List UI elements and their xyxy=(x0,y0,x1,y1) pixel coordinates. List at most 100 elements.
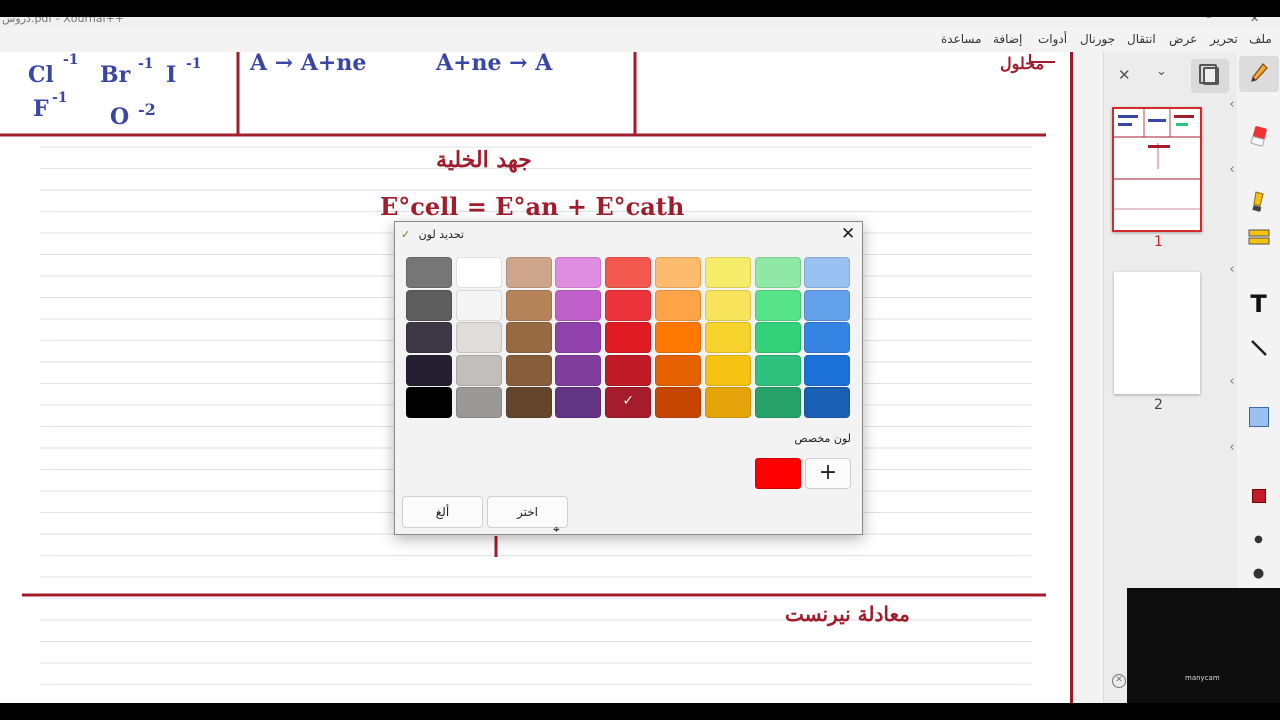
ion-cl: Cl xyxy=(28,62,54,88)
pen-icon[interactable] xyxy=(1249,62,1269,86)
oxidation-reaction: A → A+ne xyxy=(250,52,367,76)
menu-navigation[interactable]: انتقال xyxy=(1127,32,1156,46)
color-swatch[interactable] xyxy=(555,354,602,386)
color-swatch[interactable] xyxy=(555,322,602,353)
color-swatch[interactable] xyxy=(754,322,801,353)
line-tool-icon[interactable] xyxy=(1249,338,1269,358)
color-swatch[interactable]: ✓ xyxy=(605,387,652,418)
color-swatch[interactable] xyxy=(605,289,652,321)
menu-plugin[interactable]: إضافة xyxy=(993,32,1022,46)
dialog-close-icon[interactable]: ✕ xyxy=(841,224,855,244)
page-thumbnail-2[interactable] xyxy=(1114,272,1200,394)
current-color-icon[interactable] xyxy=(1252,489,1266,503)
color-swatch[interactable] xyxy=(555,289,602,321)
color-swatch[interactable] xyxy=(754,387,801,418)
size-small-icon[interactable]: ● xyxy=(1237,534,1280,545)
color-swatch[interactable] xyxy=(605,257,652,288)
color-swatch[interactable] xyxy=(704,387,751,418)
menu-journal[interactable]: جورنال xyxy=(1080,32,1115,46)
window-title: دروس.pdf - Xournal++ xyxy=(2,17,125,25)
color-swatch[interactable] xyxy=(754,257,801,288)
color-swatch[interactable] xyxy=(804,387,851,418)
reduction-reaction: A+ne → A xyxy=(436,52,553,76)
color-swatch[interactable] xyxy=(455,289,502,321)
color-swatch[interactable] xyxy=(704,289,751,321)
page-thumbnail-1[interactable] xyxy=(1112,107,1202,232)
sidebar-chevron-down-icon[interactable]: ⌄ xyxy=(1156,64,1167,79)
ion-o: O xyxy=(110,104,130,130)
color-swatch[interactable] xyxy=(804,322,851,353)
color-swatch[interactable] xyxy=(455,387,502,418)
minimize-button[interactable]: – xyxy=(1206,17,1212,23)
menu-tools[interactable]: أدوات xyxy=(1038,32,1067,46)
highlighter-icon[interactable] xyxy=(1250,190,1268,214)
ion-cl-charge: -1 xyxy=(63,52,79,68)
top-black-bar xyxy=(0,0,1280,17)
color-swatch[interactable] xyxy=(555,257,602,288)
ion-f-charge: -1 xyxy=(52,90,68,106)
cancel-button[interactable]: ألغ xyxy=(402,496,483,528)
color-swatch[interactable] xyxy=(505,354,552,386)
color-swatch[interactable] xyxy=(804,354,851,386)
custom-color-swatch[interactable] xyxy=(755,458,801,489)
color-swatch[interactable] xyxy=(655,322,701,353)
color-swatch[interactable] xyxy=(704,322,751,353)
color-swatch[interactable] xyxy=(655,257,701,288)
color-picker-dialog: ✓ تحديد لون ✕ ✓ لون مخصص + ألغ اختر ⌖ xyxy=(394,221,863,536)
pen-options-chevron-icon[interactable]: ‹ xyxy=(1223,97,1241,112)
color-swatch[interactable] xyxy=(704,354,751,386)
color-swatch[interactable] xyxy=(406,387,452,418)
color-swatch[interactable] xyxy=(605,354,652,386)
color-swatch[interactable] xyxy=(605,322,652,353)
color-swatch[interactable] xyxy=(555,387,602,418)
color-swatch[interactable] xyxy=(505,387,552,418)
selected-check-icon: ✓ xyxy=(622,393,635,409)
cell-potential-title: جهد الخلية xyxy=(436,147,532,173)
shape-options-chevron-icon[interactable]: ‹ xyxy=(1223,440,1241,455)
color-swatch[interactable] xyxy=(754,289,801,321)
select-region-icon[interactable] xyxy=(1247,227,1271,247)
color-swatch[interactable] xyxy=(804,257,851,288)
ion-i: I xyxy=(166,62,177,88)
add-custom-color-button[interactable]: + xyxy=(805,458,851,489)
color-swatch[interactable] xyxy=(455,257,502,288)
menu-view[interactable]: عرض xyxy=(1169,32,1197,46)
pages-icon xyxy=(1199,64,1219,85)
color-swatch[interactable] xyxy=(804,289,851,321)
color-swatch[interactable] xyxy=(406,354,452,386)
window-close-button[interactable]: ✕ xyxy=(1250,17,1259,25)
color-swatch[interactable] xyxy=(505,322,552,353)
color-swatch[interactable] xyxy=(505,289,552,321)
color-swatch[interactable] xyxy=(655,354,701,386)
color-swatch[interactable] xyxy=(455,322,502,353)
color-swatch[interactable] xyxy=(754,354,801,386)
nernst-equation-title: معادلة نيرنست xyxy=(785,602,910,626)
color-swatch[interactable] xyxy=(505,257,552,288)
size-medium-icon[interactable]: ● xyxy=(1237,566,1280,581)
eraser-options-chevron-icon[interactable]: ‹ xyxy=(1223,162,1241,177)
fill-shape-icon[interactable] xyxy=(1249,407,1269,427)
cell-potential-equation: E°cell = E°an + E°cath xyxy=(380,192,685,221)
webcam-logo: manycam xyxy=(1185,674,1220,682)
eraser-icon[interactable] xyxy=(1250,125,1268,147)
mouse-cursor: ⌖ xyxy=(553,522,560,536)
menu-help[interactable]: مساعدة xyxy=(941,32,982,46)
sidebar-bottom-icon[interactable]: ✕ xyxy=(1112,674,1126,688)
color-swatch[interactable] xyxy=(704,257,751,288)
color-swatch[interactable] xyxy=(406,289,452,321)
menu-edit[interactable]: تحرير xyxy=(1210,32,1238,46)
select-options-chevron-icon[interactable]: ‹ xyxy=(1223,262,1241,277)
color-swatch[interactable] xyxy=(655,289,701,321)
custom-color-label: لون مخصص xyxy=(794,432,851,445)
text-tool-icon[interactable]: T xyxy=(1237,290,1280,318)
color-swatch[interactable] xyxy=(406,322,452,353)
thumbnail-1-content xyxy=(1114,109,1200,210)
sidebar-close-icon[interactable]: ✕ xyxy=(1118,66,1131,84)
page-preview-toggle-button[interactable] xyxy=(1191,59,1229,93)
color-swatch[interactable] xyxy=(406,257,452,288)
color-swatch[interactable] xyxy=(455,354,502,386)
menu-file[interactable]: ملف xyxy=(1249,32,1272,46)
color-swatch[interactable] xyxy=(655,387,701,418)
xournal-window: دروس.pdf - Xournal++ – ✕ ملف تحرير عرض ا… xyxy=(0,0,1280,720)
line-options-chevron-icon[interactable]: ‹ xyxy=(1223,374,1241,389)
